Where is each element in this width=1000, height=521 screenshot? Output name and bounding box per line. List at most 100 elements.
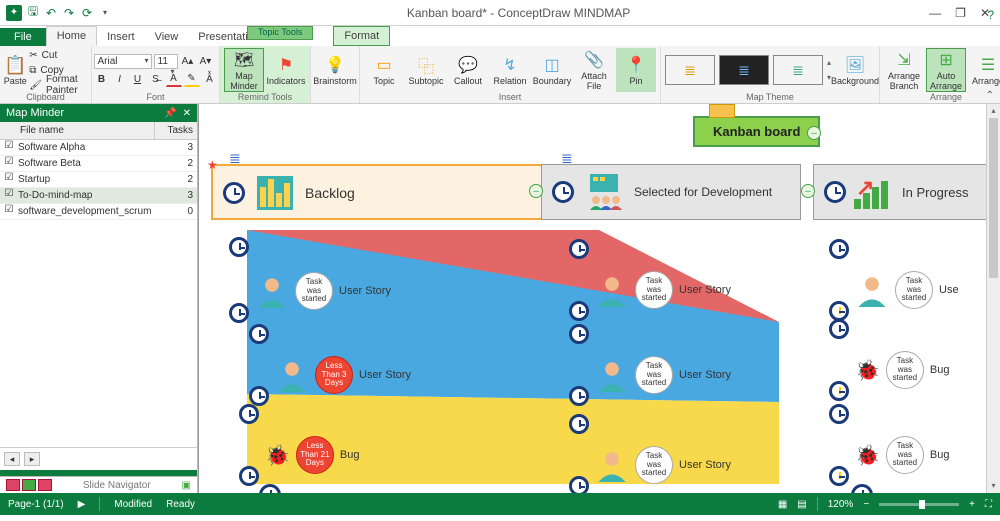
zoom-out-icon[interactable]: − (863, 499, 869, 510)
card-user-story[interactable]: Task was started User Story (569, 434, 731, 493)
undo-icon[interactable]: ↶ (44, 6, 58, 20)
theme-swatch-3[interactable]: ≣ (773, 55, 823, 85)
nav-left-icon[interactable]: ◂ (4, 452, 20, 466)
checkbox-icon[interactable]: ☑ (0, 188, 18, 203)
shrink-font-icon[interactable]: A▾ (198, 53, 214, 69)
card-user-story[interactable]: Task was started User Story (229, 259, 391, 323)
theme-swatch-1[interactable]: ≣ (665, 55, 715, 85)
card-bug[interactable]: 🐞 Task was started Bug (829, 424, 949, 486)
zoom-slider[interactable] (879, 503, 959, 506)
background-icon: 🖼 (845, 55, 865, 75)
brush-icon: 🖌 (29, 80, 42, 91)
paste-icon[interactable]: 📋 (4, 55, 26, 76)
fit-icon[interactable]: ⛶ (985, 499, 992, 510)
font-size-select[interactable]: 11 (154, 54, 178, 69)
ribbon-collapse-icon[interactable]: ⌃ (986, 90, 994, 101)
ribbon: 📋 Paste ✂Cut ⧉Copy 🖌Format Painter Clipb… (0, 46, 1000, 104)
italic-button[interactable]: I (112, 71, 128, 87)
arrange-button[interactable]: ☰Arrange (968, 48, 1000, 92)
view-presentation-icon[interactable]: ▤ (797, 499, 806, 510)
panel-row[interactable]: ☑Software Beta2 (0, 156, 197, 172)
card-user-story[interactable]: Less Than 3 Days User Story (249, 344, 411, 406)
maximize-button[interactable]: ❐ (955, 6, 966, 20)
arrange-branch-button[interactable]: ⇲Arrange Branch (884, 48, 924, 92)
theme-swatch-2[interactable]: ≣ (719, 55, 769, 85)
bold-button[interactable]: B (94, 71, 110, 87)
clock-icon (223, 182, 245, 204)
slide-navigator[interactable]: Slide Navigator ▣ (0, 476, 197, 493)
clear-format-button[interactable]: Aͯ (202, 71, 218, 87)
col-tasks[interactable]: Tasks (155, 122, 197, 139)
lane-title: In Progress (902, 185, 968, 200)
checkbox-icon[interactable]: ☑ (0, 172, 18, 187)
clock-icon (829, 239, 849, 259)
background-button[interactable]: 🖼Background (835, 48, 875, 92)
root-topic[interactable]: Kanban board (693, 116, 820, 147)
status-next-icon[interactable]: ▶ (78, 499, 86, 510)
card-bug[interactable]: 🐞 Task was started Bug (829, 339, 949, 401)
theme-up-icon[interactable]: ▴ (827, 58, 831, 67)
card-user-story[interactable]: Task was started Use (829, 259, 959, 321)
help-icon[interactable]: ? (987, 8, 994, 22)
cut-button[interactable]: ✂Cut (29, 48, 87, 62)
save-icon[interactable]: 🖫 (26, 6, 40, 20)
lane-progress[interactable]: ↗ In Progress (813, 164, 999, 220)
clock-icon (569, 476, 589, 493)
indicators-button[interactable]: ⚑Indicators (266, 48, 306, 92)
tab-format[interactable]: Format (333, 26, 390, 46)
expand-icon[interactable]: – (807, 126, 821, 140)
panel-row[interactable]: ☑Software Alpha3 (0, 140, 197, 156)
card-user-story[interactable]: Task was started User Story (569, 344, 731, 406)
card-user-story[interactable]: Task was started User Story (569, 259, 731, 321)
highlight-button[interactable]: ✎ (184, 71, 200, 87)
boundary-button[interactable]: ◫Boundary (532, 48, 572, 92)
nav-right-icon[interactable]: ▸ (24, 452, 40, 466)
status-bubble: Less Than 3 Days (315, 356, 353, 394)
group-insert: ▭Topic ⿻Subtopic 💬Callout ↯Relation ◫Bou… (360, 46, 661, 103)
lane-selected[interactable]: Selected for Development (541, 164, 801, 220)
relation-button[interactable]: ↯Relation (490, 48, 530, 92)
attach-file-button[interactable]: 📎Attach File (574, 48, 614, 92)
panel-row[interactable]: ☑To-Do-mind-map3 (0, 188, 197, 204)
col-filename[interactable]: File name (0, 122, 155, 139)
file-tab[interactable]: File (0, 28, 46, 46)
pin-panel-icon[interactable]: 📌 (164, 108, 176, 119)
grow-font-icon[interactable]: A▴ (180, 53, 196, 69)
expand-icon[interactable]: – (801, 184, 815, 198)
dropdown-icon[interactable]: ▾ (98, 6, 112, 20)
pin-button[interactable]: 📍Pin (616, 48, 656, 92)
checkbox-icon[interactable]: ☑ (0, 204, 18, 219)
checkbox-icon[interactable]: ☑ (0, 140, 18, 155)
subtopic-button[interactable]: ⿻Subtopic (406, 48, 446, 92)
close-panel-icon[interactable]: ✕ (183, 108, 191, 119)
auto-arrange-button[interactable]: ⊞Auto Arrange (926, 48, 966, 92)
card-bug[interactable]: 🐞 Less Than 21 Days Bug (239, 424, 359, 486)
checkbox-icon[interactable]: ☑ (0, 156, 18, 171)
tab-insert[interactable]: Insert (97, 28, 145, 46)
vertical-scrollbar[interactable]: ▴ ▾ (986, 104, 1000, 493)
tab-view[interactable]: View (145, 28, 189, 46)
underline-button[interactable]: U (130, 71, 146, 87)
panel-row[interactable]: ☑software_development_scrum0 (0, 204, 197, 220)
map-minder-button[interactable]: 🗺Map Minder (224, 48, 264, 92)
paste-button[interactable]: Paste (4, 76, 27, 86)
zoom-in-icon[interactable]: + (969, 499, 975, 510)
format-painter-button[interactable]: 🖌Format Painter (29, 78, 87, 92)
brainstorm-button[interactable]: 💡Brainstorm (315, 48, 355, 92)
font-name-select[interactable]: Arial (94, 54, 152, 69)
topic-button[interactable]: ▭Topic (364, 48, 404, 92)
zoom-level[interactable]: 120% (828, 499, 854, 510)
callout-button[interactable]: 💬Callout (448, 48, 488, 92)
strike-button[interactable]: S̶ (148, 71, 164, 87)
redo-icon[interactable]: ↷ (62, 6, 76, 20)
panel-row[interactable]: ☑Startup2 (0, 172, 197, 188)
minimize-button[interactable]: — (929, 6, 941, 20)
topic-icon: ▭ (374, 55, 394, 75)
canvas[interactable]: Kanban board – Backlog ★ ≣ (198, 104, 1000, 493)
tab-home[interactable]: Home (46, 26, 97, 46)
refresh-icon[interactable]: ⟳ (80, 6, 94, 20)
expand-icon[interactable]: – (529, 184, 543, 198)
slide-nav-toggle-icon[interactable]: ▣ (182, 480, 191, 491)
view-mode-icon[interactable]: ▦ (778, 499, 787, 510)
lane-backlog[interactable]: Backlog (211, 164, 551, 220)
